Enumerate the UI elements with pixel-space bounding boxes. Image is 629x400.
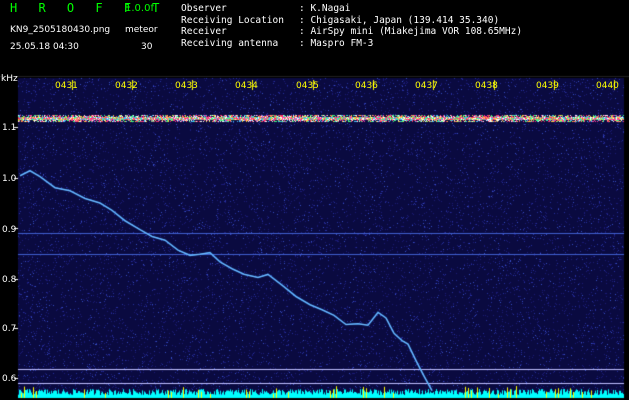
receiver-value: : AirSpy mini (Miakejima VOR 108.65MHz) (299, 26, 523, 37)
receiver-row: Receiver : AirSpy mini (Miakejima VOR 108… (181, 26, 522, 38)
time-tick-label: 0433 (175, 81, 198, 91)
time-tick-label: 0438 (475, 81, 498, 91)
time-tick-label: 0437 (415, 81, 438, 91)
observer-row: Observer : K.Nagai (181, 3, 522, 15)
count-label: 30 (141, 42, 153, 52)
observer-value: : K.Nagai (299, 3, 351, 14)
y-tick-label: 1.0 (2, 174, 17, 184)
time-tick-label: 0435 (296, 81, 319, 91)
filename-label: KN9_2505180430.png (10, 25, 111, 35)
antenna-value: : Maspro FM-3 (299, 37, 374, 49)
y-tick-label: 0.6 (2, 374, 17, 384)
datetime-label: 25.05.18 04:30 (10, 42, 79, 52)
y-tick-label: 0.8 (2, 275, 17, 285)
y-tick-label: 0.9 (2, 225, 17, 235)
time-tick-label: 0440 (596, 81, 619, 91)
observer-label: Observer (181, 3, 227, 14)
version-label: 1.0.0f (125, 3, 154, 14)
mode-label: meteor (125, 25, 158, 35)
y-tick-label: 1.1 (2, 123, 17, 133)
y-tick-label: 0.7 (2, 324, 17, 334)
time-tick-label: 0432 (115, 81, 138, 91)
header-left: H R O F F T 1.0.0f KN9_2505180430.png me… (0, 0, 170, 75)
antenna-row: Receiving antenna : Maspro FM-3 (181, 38, 522, 50)
location-label: Receiving Location (181, 14, 284, 26)
time-tick-label: 0434 (235, 81, 258, 91)
unit-label: kHz (1, 74, 18, 84)
time-tick-label: 0431 (55, 81, 78, 91)
time-tick-label: 0439 (536, 81, 559, 91)
time-tick-label: 0436 (355, 81, 378, 91)
antenna-label: Receiving antenna (181, 37, 279, 49)
location-value: : Chigasaki, Japan (139.414 35.340) (299, 14, 500, 26)
receiver-label: Receiver (181, 26, 227, 37)
location-row: Receiving Location : Chigasaki, Japan (13… (181, 15, 522, 27)
station-info: Observer : K.Nagai Receiving Location : Ch… (181, 3, 522, 49)
